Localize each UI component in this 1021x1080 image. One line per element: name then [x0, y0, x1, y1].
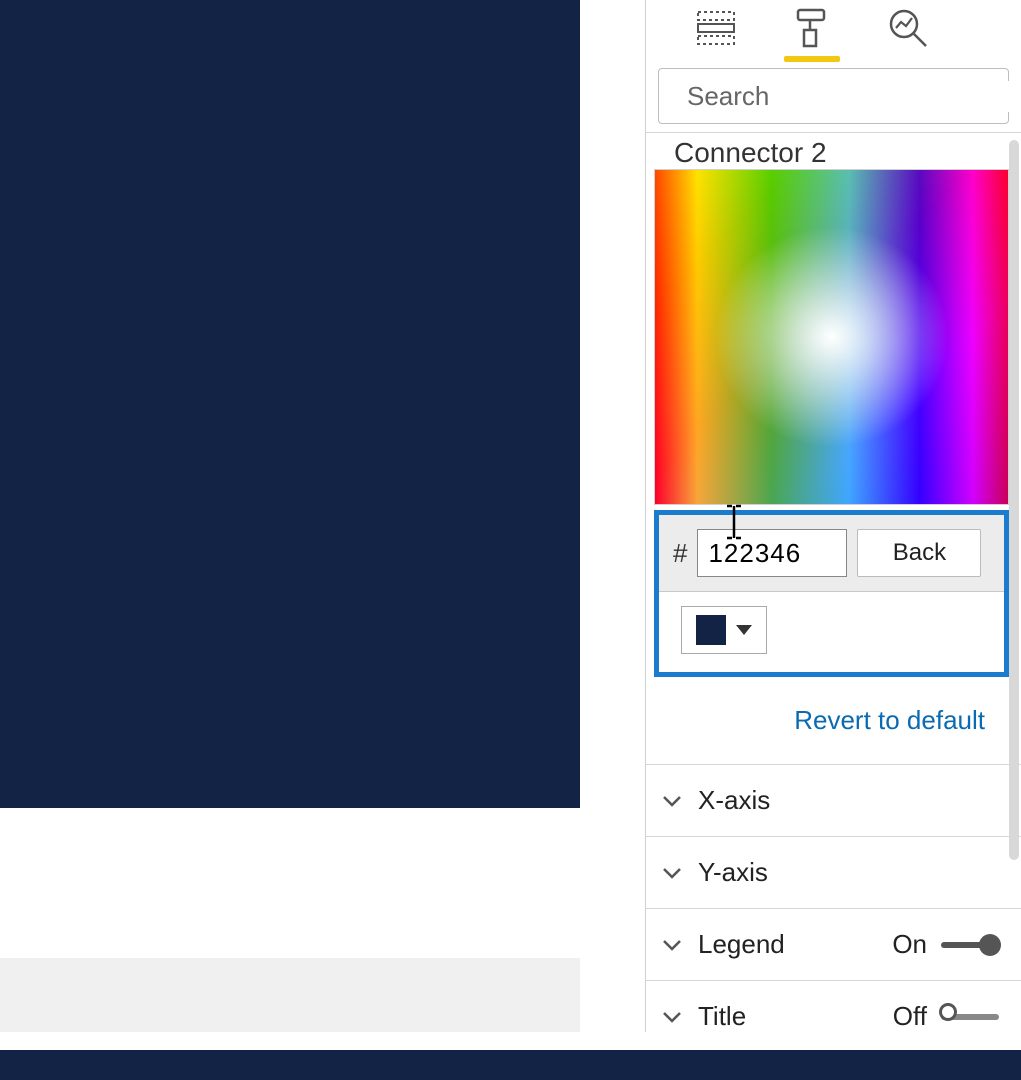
pane-tabs — [646, 0, 1021, 66]
page-tab-strip-area — [0, 958, 580, 1032]
pane-scrollbar[interactable] — [1009, 140, 1019, 860]
chevron-down-icon — [660, 789, 684, 813]
data-series-label: Connector 2 — [646, 133, 1021, 169]
color-spectrum[interactable] — [654, 169, 1009, 505]
accordion-label: X-axis — [698, 785, 770, 816]
hex-entry-highlight: # Back — [654, 510, 1009, 677]
search-input[interactable] — [687, 81, 1021, 112]
back-button[interactable]: Back — [857, 529, 981, 577]
chevron-down-icon — [660, 1005, 684, 1029]
color-picker-popup: # Back — [654, 169, 1009, 677]
legend-toggle[interactable] — [941, 935, 999, 955]
chevron-down-icon — [660, 933, 684, 957]
report-canvas — [0, 0, 645, 1032]
toggle-state-label: Off — [893, 1001, 927, 1032]
accordion-label: Y-axis — [698, 857, 768, 888]
chevron-down-icon — [736, 625, 752, 635]
title-toggle[interactable] — [941, 1007, 999, 1027]
fields-icon — [694, 6, 738, 50]
chevron-down-icon — [660, 861, 684, 885]
visual-background — [0, 0, 580, 808]
accordion-label: Legend — [698, 929, 785, 960]
search-input-wrapper[interactable] — [658, 68, 1009, 124]
current-color-swatch — [696, 615, 726, 645]
accordion-title[interactable]: Title Off — [646, 980, 1021, 1032]
status-bar-area — [0, 1032, 1021, 1050]
tab-fields[interactable] — [688, 6, 744, 62]
color-swatch-dropdown[interactable] — [681, 606, 767, 654]
toggle-state-label: On — [892, 929, 927, 960]
analytics-icon — [886, 6, 930, 50]
accordion-label: Title — [698, 1001, 746, 1032]
accordion-x-axis[interactable]: X-axis — [646, 764, 1021, 836]
revert-to-default-link[interactable]: Revert to default — [646, 677, 1021, 764]
window-chrome-bottom — [0, 1050, 1021, 1080]
accordion-y-axis[interactable]: Y-axis — [646, 836, 1021, 908]
hash-label: # — [673, 538, 687, 569]
accordion-legend[interactable]: Legend On — [646, 908, 1021, 980]
format-icon — [790, 6, 834, 50]
tab-analytics[interactable] — [880, 6, 936, 62]
hex-input[interactable] — [697, 529, 847, 577]
tab-format[interactable] — [784, 6, 840, 62]
visualizations-format-pane: Connector 2 — [645, 0, 1021, 1032]
